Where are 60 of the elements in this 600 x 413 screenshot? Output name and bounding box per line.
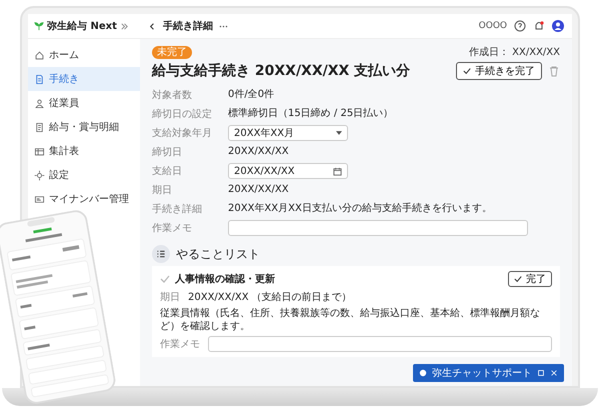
nav-icon	[34, 194, 45, 204]
due-label: 期日	[160, 290, 180, 304]
date-field[interactable]: 20XX/XX/XX	[228, 163, 348, 179]
field-label: 締切日の設定	[152, 108, 213, 121]
field-value: 標準締切日（15日締め / 25日払い）	[228, 106, 394, 121]
created-date: 作成日： XX/XX/XX	[468, 46, 560, 59]
sidebar-item[interactable]: ホーム	[28, 43, 140, 67]
chat-icon	[419, 369, 427, 377]
status-badge: 未完了	[152, 46, 192, 58]
sidebar-item[interactable]: 集計表	[28, 139, 140, 163]
nav-icon	[34, 122, 45, 132]
sidebar-item[interactable]: 手続き	[28, 67, 140, 91]
todo-description: 従業員情報（氏名、住所、扶養親族等の数、給与振込口座、基本給、標準報酬月額など）を確認します。	[160, 307, 541, 333]
todo-heading: やることリスト	[176, 246, 260, 262]
collapse-icon[interactable]	[120, 22, 129, 30]
list-icon	[152, 245, 170, 263]
nav-icon	[34, 98, 45, 108]
company-name: OOOO	[478, 21, 507, 31]
complete-button[interactable]: 手続きを完了	[456, 62, 542, 80]
nav-icon	[34, 50, 45, 60]
field-value: 20XX年XX月XX日支払い分の給与支給手続きを行います。	[228, 202, 493, 216]
field-value: 20XX/XX/XX	[228, 183, 290, 197]
month-dropdown[interactable]: 20XX年XX月	[228, 125, 348, 141]
check-icon	[514, 275, 522, 283]
calendar-icon	[333, 166, 342, 176]
caret-icon	[336, 131, 342, 135]
todo-title: 人事情報の確認・更新	[175, 272, 275, 286]
check-icon[interactable]	[160, 274, 170, 284]
field-label: 期日	[152, 184, 173, 197]
sidebar-item[interactable]: 設定	[28, 163, 140, 187]
field-value: 0件/全0件	[228, 88, 276, 102]
sidebar-item[interactable]: マイナンバー管理	[28, 187, 140, 211]
done-button[interactable]: 完了	[508, 271, 552, 287]
memo-field[interactable]	[228, 220, 528, 236]
field-value: 20XX/XX/XX	[228, 145, 290, 159]
memo-field[interactable]	[208, 336, 552, 352]
sidebar-item[interactable]: 従業員	[28, 91, 140, 115]
expand-icon[interactable]	[537, 369, 545, 377]
app-logo: 弥生給与 Next	[47, 20, 117, 33]
field-label: 対象者数	[152, 88, 193, 102]
close-icon[interactable]	[550, 369, 558, 377]
chat-support-bar[interactable]: 弥生チャットサポート	[413, 364, 564, 382]
nav-icon	[34, 74, 45, 84]
nav-icon	[34, 146, 45, 156]
check-icon	[463, 67, 471, 75]
field-label: 手続き詳細	[152, 202, 203, 216]
nav-icon	[34, 170, 45, 180]
field-label: 支給日	[152, 164, 183, 178]
due-date: 20XX/XX/XX （支給日の前日まで）	[188, 290, 352, 304]
field-label: 作業メモ	[152, 222, 193, 235]
bell-icon[interactable]	[533, 20, 545, 32]
field-label: 締切日	[152, 146, 183, 159]
sprout-icon	[34, 21, 44, 31]
avatar-icon[interactable]	[552, 20, 564, 32]
help-icon[interactable]	[514, 20, 526, 32]
page-title: 手続き詳細	[163, 20, 213, 33]
memo-label: 作業メモ	[160, 338, 200, 351]
field-label: 支給対象年月	[152, 126, 213, 140]
sidebar-item[interactable]: 給与・賞与明細	[28, 115, 140, 139]
procedure-title: 給与支給手続き 20XX/XX/XX 支払い分	[152, 62, 410, 80]
